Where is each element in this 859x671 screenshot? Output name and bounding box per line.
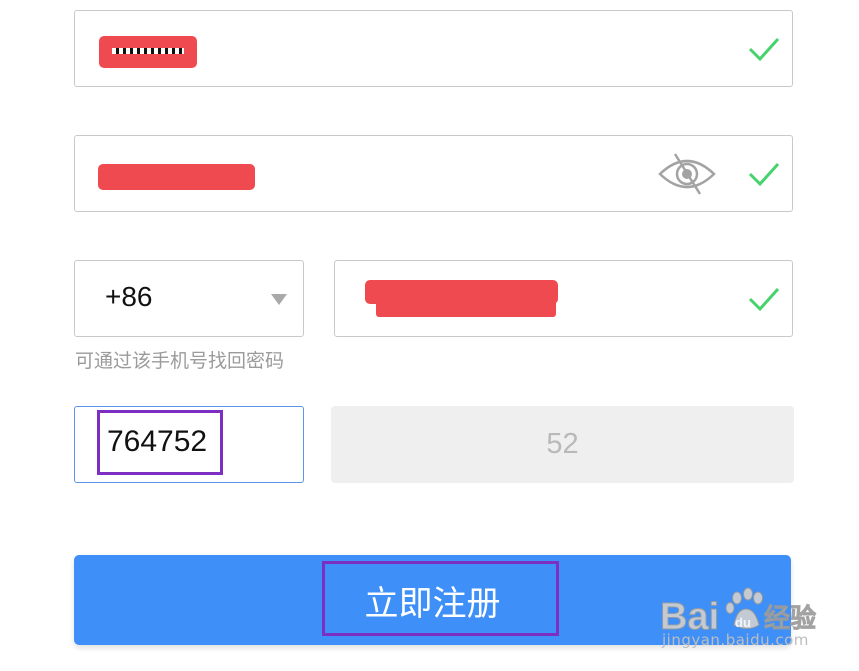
- triangle-down-icon: [271, 294, 287, 305]
- svg-text:经验: 经验: [764, 603, 816, 634]
- check-icon: [748, 162, 780, 187]
- watermark-domain: jingyan.baidu.com: [662, 631, 809, 649]
- country-code-select[interactable]: +86: [74, 260, 304, 337]
- eye-slash-icon[interactable]: [657, 152, 717, 196]
- check-icon: [748, 37, 780, 62]
- password-field[interactable]: [74, 135, 793, 212]
- redacted-phone-2: [376, 293, 556, 317]
- highlight-box: [97, 410, 223, 475]
- phone-field[interactable]: [334, 260, 793, 337]
- check-icon: [748, 287, 780, 312]
- redacted-username: [99, 36, 197, 68]
- username-field[interactable]: [74, 10, 793, 87]
- masked-dashes: [112, 48, 184, 54]
- country-code-value: +86: [105, 281, 153, 312]
- send-code-button[interactable]: 52: [331, 406, 794, 483]
- phone-hint: 可通过该手机号找回密码: [75, 350, 285, 372]
- svg-text:du: du: [735, 615, 751, 630]
- countdown-label: 52: [546, 428, 579, 460]
- redacted-password: [98, 164, 255, 190]
- highlight-box: [322, 561, 559, 636]
